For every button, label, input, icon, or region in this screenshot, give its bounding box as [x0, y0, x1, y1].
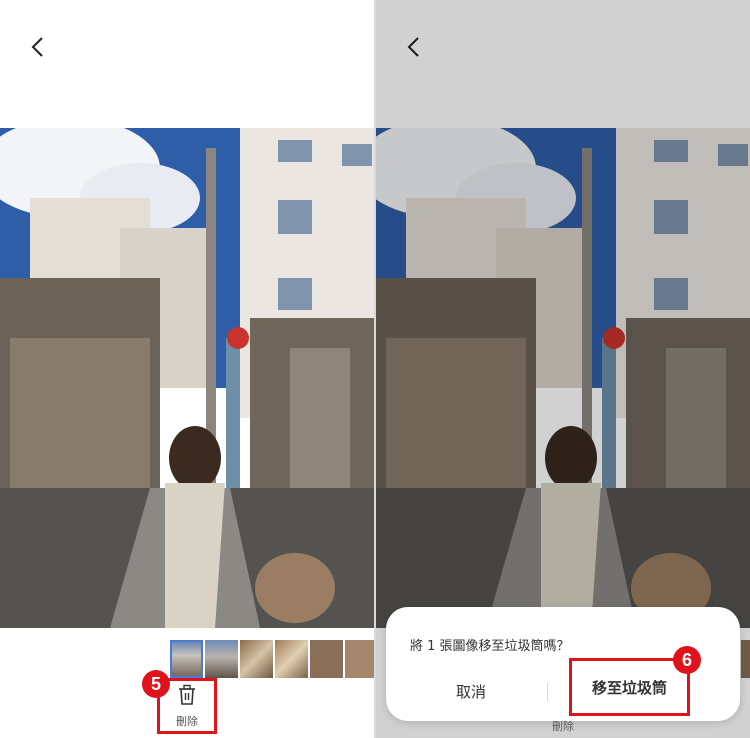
thumbnail[interactable]: [345, 640, 374, 678]
back-arrow-icon[interactable]: [28, 36, 48, 58]
thumbnail[interactable]: [240, 640, 273, 678]
trash-icon: [177, 684, 197, 710]
delete-label: 刪除: [176, 714, 198, 728]
dialog-button-divider: [547, 683, 548, 701]
step-badge: 6: [673, 646, 701, 674]
move-to-trash-button[interactable]: 移至垃圾筒: [569, 658, 690, 716]
dialog-message: 將 1 張圖像移至垃圾筒嗎？: [410, 639, 570, 654]
photo-viewer[interactable]: [0, 128, 374, 628]
thumbnail[interactable]: [310, 640, 343, 678]
thumbnail[interactable]: [205, 640, 238, 678]
left-gallery-panel: 刪除 5: [0, 0, 374, 738]
step-badge: 5: [142, 670, 170, 698]
cancel-button[interactable]: 取消: [416, 673, 526, 709]
thumbnail-strip[interactable]: [170, 640, 374, 678]
right-gallery-panel: 刪除 將 1 張圖像移至垃圾筒嗎？ 取消 移至垃圾筒 6: [376, 0, 750, 738]
thumbnail-selected[interactable]: [170, 640, 203, 678]
thumbnail[interactable]: [275, 640, 308, 678]
